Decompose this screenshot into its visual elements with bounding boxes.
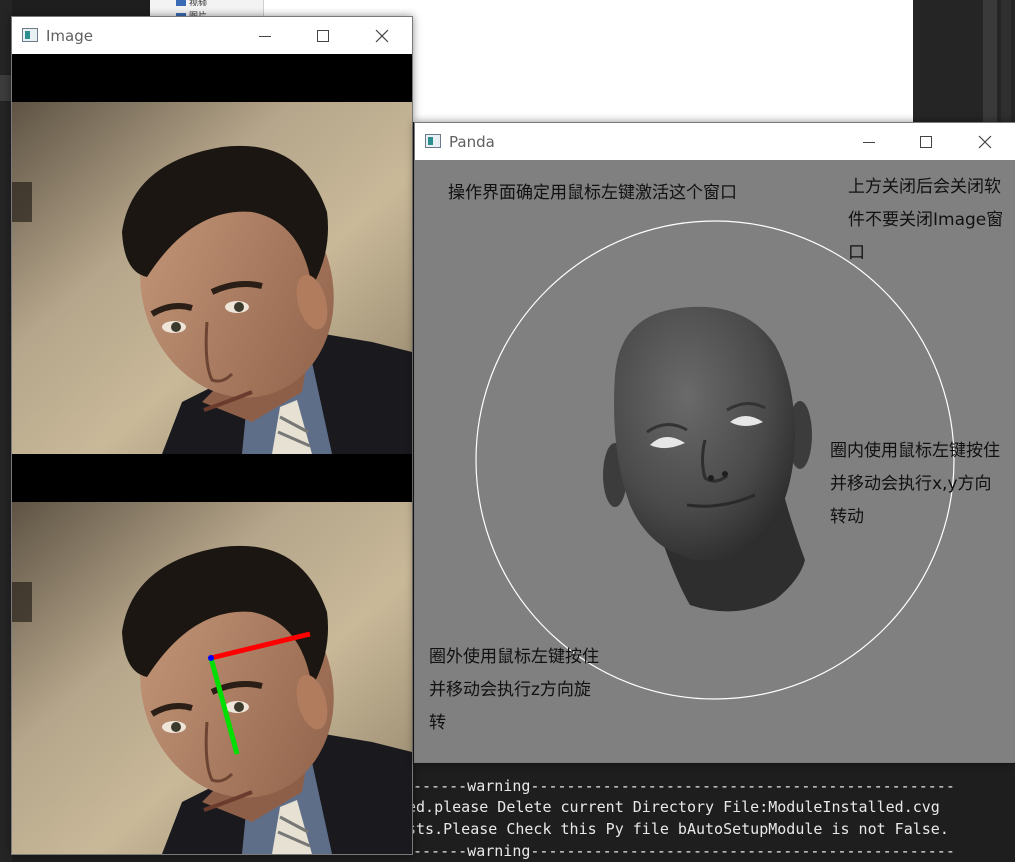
maximize-button[interactable] xyxy=(897,123,955,160)
close-icon xyxy=(978,135,992,148)
close-button[interactable] xyxy=(956,123,1014,160)
hint-line: 圈内使用鼠标左键按住 xyxy=(830,441,1000,461)
panda-3d-viewport[interactable]: 操作界面确定用鼠标左键激活这个窗口 上方关闭后会关闭软 件不要关闭Image窗 … xyxy=(415,160,1015,762)
image-window[interactable]: Image xyxy=(11,16,413,855)
hint-line: 上方关闭后会关闭软 xyxy=(848,177,1001,197)
hint-line: 圈外使用鼠标左键按住 xyxy=(429,647,599,667)
image-window-content[interactable] xyxy=(12,54,412,854)
hint-line: 件不要关闭Image窗 xyxy=(848,210,1004,230)
hint-line: 口 xyxy=(848,243,865,263)
explorer-item-videos[interactable]: 视频 xyxy=(176,0,216,6)
console-line: sts.Please Check this Py file bAutoSetup… xyxy=(413,820,949,838)
hint-inside-circle: 圈内使用鼠标左键按住 并移动会执行x,y方向 转动 xyxy=(830,435,1000,534)
panda-window-titlebar[interactable]: Panda xyxy=(415,123,1015,160)
console-line: ------warning---------------------------… xyxy=(413,842,955,860)
app-icon xyxy=(425,134,441,148)
console-line: ed.please Delete current Directory File:… xyxy=(413,798,940,816)
background-ide-strip xyxy=(913,0,1015,122)
hint-activate-window: 操作界面确定用鼠标左键激活这个窗口 xyxy=(448,183,737,203)
panda-window-title: Panda xyxy=(449,133,495,151)
maximize-button[interactable] xyxy=(294,17,352,54)
minimize-icon xyxy=(863,141,875,143)
face-images xyxy=(12,54,412,854)
hint-close-warning: 上方关闭后会关闭软 件不要关闭Image窗 口 xyxy=(848,171,1003,270)
panda-window[interactable]: Panda 操作界面确定用鼠标左键激活这个窗口 上方关闭后会关闭软 件不要关闭I… xyxy=(414,122,1015,763)
image-window-titlebar[interactable]: Image xyxy=(12,17,412,54)
hint-line: 转 xyxy=(429,713,446,733)
hint-line: 转动 xyxy=(830,507,864,527)
minimize-icon xyxy=(259,35,271,37)
console-line: ------warning---------------------------… xyxy=(413,777,955,795)
ide-minimap xyxy=(1001,0,1011,122)
maximize-icon xyxy=(920,135,932,148)
image-window-title: Image xyxy=(46,27,93,45)
close-icon xyxy=(375,29,389,42)
minimize-button[interactable] xyxy=(840,123,898,160)
console-output: ------warning---------------------------… xyxy=(413,761,1015,862)
ide-scrollbar[interactable] xyxy=(983,0,997,122)
close-button[interactable] xyxy=(353,17,411,54)
hint-line: 并移动会执行z方向旋 xyxy=(429,680,591,700)
app-icon xyxy=(22,28,38,42)
hint-outside-circle: 圈外使用鼠标左键按住 并移动会执行z方向旋 转 xyxy=(429,641,599,740)
axis-origin xyxy=(208,655,214,661)
minimize-button[interactable] xyxy=(236,17,294,54)
hint-line: 并移动会执行x,y方向 xyxy=(830,474,992,494)
maximize-icon xyxy=(317,29,329,42)
